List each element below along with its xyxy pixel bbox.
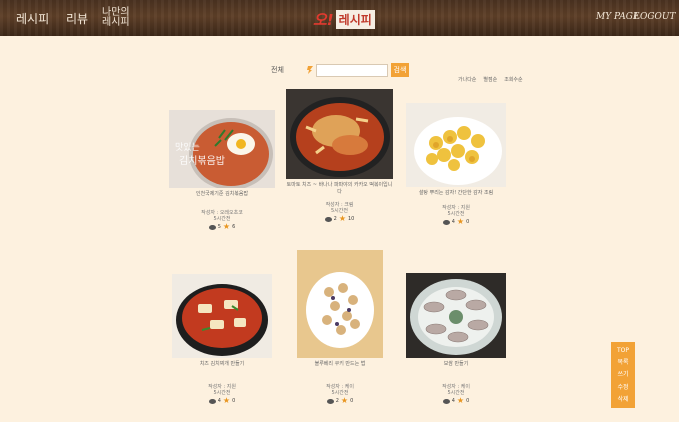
side-write-button[interactable]: 쓰기 xyxy=(617,369,628,378)
recipe-stats: 4 ★ 0 xyxy=(406,218,506,226)
recipe-photo[interactable] xyxy=(406,273,506,358)
star-icon: ★ xyxy=(222,396,231,405)
views-count: 2 xyxy=(333,216,337,222)
recipe-photo[interactable] xyxy=(286,89,393,179)
nav-my-recipe[interactable]: 나만의 레시피 xyxy=(102,0,142,36)
star-icon: ★ xyxy=(338,214,346,223)
search-icon xyxy=(305,64,315,76)
recipe-date: 5시간전 xyxy=(213,216,231,222)
views-count: 4 xyxy=(451,219,455,225)
recipe-date: 5시간전 xyxy=(447,211,465,217)
recipe-card[interactable]: 블루베리 쿠키 만드는 법 작성자 : 케이 5시간전 2 ★ 0 xyxy=(297,250,383,405)
recipe-title[interactable]: 토마토 치즈 ~ 바나나 파파야의 카카오 떡볶이입니다 xyxy=(286,182,393,196)
views-count: 4 xyxy=(217,398,221,404)
recipe-card[interactable]: 토마토 치즈 ~ 바나나 파파야의 카카오 떡볶이입니다 작성자 : 크림 5시… xyxy=(286,89,393,223)
search-category-label[interactable]: 전체 xyxy=(271,65,305,75)
star-icon: ★ xyxy=(456,396,465,405)
recipe-card[interactable]: 맛있는 김치볶음밥 인천국제기준 김치볶음밥 작성자 : 오레오초코 5시간전 … xyxy=(169,110,275,231)
nav-recipe[interactable]: 레시피 xyxy=(16,0,49,36)
views-icon xyxy=(324,216,332,222)
nav-review[interactable]: 리뷰 xyxy=(66,0,88,36)
stars-count: 6 xyxy=(232,224,236,230)
recipe-stats: 4 ★ 0 xyxy=(172,397,272,405)
sort-alphabetical[interactable]: 가나다순 xyxy=(458,76,476,83)
stars-count: 0 xyxy=(466,398,470,404)
recipe-photo[interactable]: 맛있는 김치볶음밥 xyxy=(169,110,275,188)
views-count: 2 xyxy=(335,398,339,404)
star-icon: ★ xyxy=(340,396,349,405)
recipe-title[interactable]: 설탕 뿌리는 감자! 간단한 감자 조림 xyxy=(406,190,506,197)
sort-views[interactable]: 조회수순 xyxy=(504,76,522,83)
site-logo[interactable]: 오! 레시피 xyxy=(313,8,375,30)
recipe-stats: 5 ★ 6 xyxy=(169,223,275,231)
recipe-photo[interactable] xyxy=(406,103,506,187)
sort-options: 가나다순 별점순 조회수순 xyxy=(458,76,530,83)
side-top-button[interactable]: TOP xyxy=(617,347,629,354)
recipe-title[interactable]: 보쌈 만들기 xyxy=(406,361,506,368)
stars-count: 0 xyxy=(466,219,470,225)
recipe-title[interactable]: 블루베리 쿠키 만드는 법 xyxy=(297,361,383,368)
svg-text:김치볶음밥: 김치볶음밥 xyxy=(179,155,225,167)
recipe-title[interactable]: 치즈 김치찌개 만들기 xyxy=(172,361,272,368)
search-bar: 전체 검색 xyxy=(271,63,409,77)
recipe-date: 5시간전 xyxy=(331,390,349,396)
recipe-photo[interactable] xyxy=(172,274,272,358)
search-button[interactable]: 검색 xyxy=(391,63,409,77)
stars-count: 0 xyxy=(232,398,236,404)
recipe-card[interactable]: 설탕 뿌리는 감자! 간단한 감자 조림 작성자 : 지원 5시간전 4 ★ 0 xyxy=(406,103,506,226)
recipe-stats: 4 ★ 0 xyxy=(406,397,506,405)
recipe-stats: 2 ★ 10 xyxy=(286,215,393,223)
logout-link[interactable]: LOGOUT xyxy=(634,12,676,22)
views-icon xyxy=(326,398,334,404)
side-delete-button[interactable]: 삭제 xyxy=(617,394,628,403)
logo-mark: 오! xyxy=(313,10,334,29)
star-icon: ★ xyxy=(222,222,231,231)
my-page-link[interactable]: MY PAGE xyxy=(596,12,640,22)
side-list-button[interactable]: 목록 xyxy=(617,357,628,366)
logo-text: 레시피 xyxy=(335,9,375,29)
recipe-title[interactable]: 인천국제기준 김치볶음밥 xyxy=(169,191,275,198)
search-input[interactable] xyxy=(316,63,388,77)
recipe-stats: 2 ★ 0 xyxy=(297,397,383,405)
views-icon xyxy=(208,224,216,230)
recipe-card[interactable]: 치즈 김치찌개 만들기 작성자 : 지원 5시간전 4 ★ 0 xyxy=(172,274,272,405)
views-icon xyxy=(208,398,216,404)
views-icon xyxy=(442,398,450,404)
stars-count: 0 xyxy=(350,398,354,404)
star-icon: ★ xyxy=(456,217,465,226)
side-action-panel: TOP 목록 쓰기 수정 삭제 xyxy=(611,342,635,408)
views-count: 5 xyxy=(217,224,221,230)
stars-count: 10 xyxy=(347,216,355,222)
recipe-card[interactable]: 보쌈 만들기 작성자 : 케이 5시간전 4 ★ 0 xyxy=(406,273,506,405)
side-edit-button[interactable]: 수정 xyxy=(617,382,628,391)
recipe-date: 5시간전 xyxy=(447,390,465,396)
recipe-photo[interactable] xyxy=(297,250,383,358)
views-icon xyxy=(442,219,450,225)
sort-rating[interactable]: 별점순 xyxy=(483,76,497,83)
views-count: 4 xyxy=(451,398,455,404)
recipe-date: 5시간전 xyxy=(213,390,231,396)
svg-text:맛있는: 맛있는 xyxy=(175,141,200,153)
